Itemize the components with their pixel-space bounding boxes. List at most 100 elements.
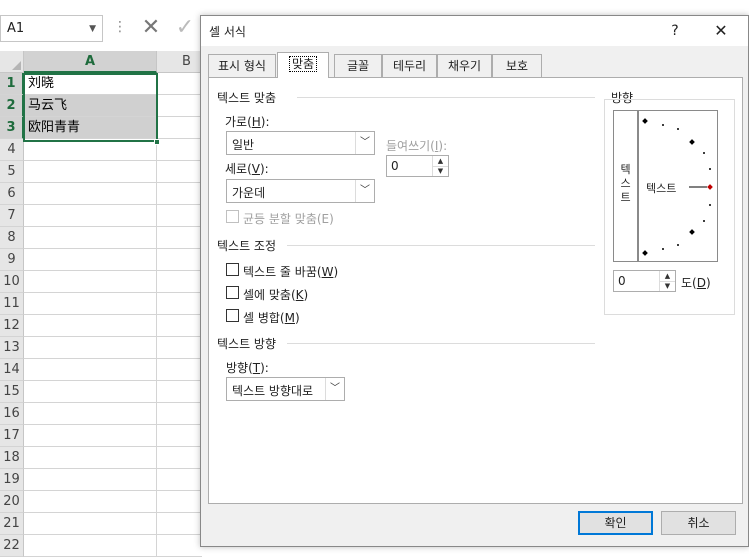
tab-fill[interactable]: 채우기 (437, 54, 492, 77)
empty-cell[interactable] (157, 535, 202, 557)
row-header[interactable]: 21 (0, 513, 24, 535)
empty-cell[interactable] (157, 139, 202, 161)
empty-cell[interactable] (157, 271, 202, 293)
empty-cell[interactable] (157, 403, 202, 425)
empty-cell[interactable] (157, 95, 202, 117)
empty-cell[interactable] (157, 337, 202, 359)
tab-number[interactable]: 표시 형식 (208, 54, 276, 77)
empty-cell[interactable] (157, 117, 202, 139)
confirm-entry-icon[interactable]: ✓ (172, 15, 198, 41)
row-header[interactable]: 20 (0, 491, 24, 513)
row-header[interactable]: 3 (0, 117, 24, 139)
row-header[interactable]: 9 (0, 249, 24, 271)
row-header[interactable]: 5 (0, 161, 24, 183)
cancel-entry-icon[interactable]: ✕ (138, 15, 164, 41)
empty-cell[interactable] (157, 183, 202, 205)
row-header[interactable]: 10 (0, 271, 24, 293)
text-direction-heading: 텍스트 방향 (217, 337, 277, 351)
empty-cell[interactable] (157, 359, 202, 381)
empty-cell[interactable] (157, 293, 202, 315)
row-header[interactable]: 16 (0, 403, 24, 425)
merge-cells-checkbox[interactable] (226, 309, 239, 322)
shrink-to-fit-checkbox[interactable] (226, 286, 239, 299)
wrap-text-checkbox[interactable] (226, 263, 239, 276)
distributed-checkbox[interactable] (226, 210, 239, 223)
text-alignment-heading: 텍스트 맞춤 (217, 91, 277, 105)
empty-cell[interactable] (157, 425, 202, 447)
vertical-select[interactable]: 가운데 ﹀ (226, 179, 375, 203)
tab-font[interactable]: 글꼴 (334, 54, 382, 77)
row-header[interactable]: 12 (0, 315, 24, 337)
empty-cell[interactable] (157, 249, 202, 271)
empty-cell[interactable] (24, 139, 157, 161)
empty-cell[interactable] (24, 337, 157, 359)
row-header[interactable]: 2 (0, 95, 24, 117)
empty-cell[interactable] (157, 469, 202, 491)
empty-cell[interactable] (24, 205, 157, 227)
empty-cell[interactable] (24, 469, 157, 491)
empty-cell[interactable] (157, 227, 202, 249)
row-header[interactable]: 19 (0, 469, 24, 491)
row-header[interactable]: 7 (0, 205, 24, 227)
row-header[interactable]: 14 (0, 359, 24, 381)
row-header[interactable]: 15 (0, 381, 24, 403)
empty-cell[interactable] (157, 447, 202, 469)
dialog-title: 셀 서식 (209, 25, 246, 39)
degrees-spinner[interactable]: 0 ▲ ▼ (613, 270, 676, 292)
row-header[interactable]: 13 (0, 337, 24, 359)
ok-button[interactable]: 확인 (578, 511, 653, 535)
spin-down-icon[interactable]: ▼ (660, 281, 675, 291)
empty-cell[interactable] (157, 513, 202, 535)
row-header[interactable]: 8 (0, 227, 24, 249)
row-header[interactable]: 4 (0, 139, 24, 161)
row-header[interactable]: 17 (0, 425, 24, 447)
empty-cell[interactable] (157, 381, 202, 403)
empty-cell[interactable] (24, 491, 157, 513)
empty-cell[interactable] (24, 381, 157, 403)
empty-cell[interactable] (24, 359, 157, 381)
empty-cell[interactable] (24, 513, 157, 535)
row-header[interactable]: 22 (0, 535, 24, 557)
row-header[interactable]: 1 (0, 73, 24, 95)
empty-cell[interactable] (24, 293, 157, 315)
orientation-dial[interactable]: 텍스트 (638, 110, 718, 262)
spin-down-icon[interactable]: ▼ (433, 166, 448, 176)
empty-cell[interactable] (24, 161, 157, 183)
row-header[interactable]: 11 (0, 293, 24, 315)
row-header[interactable]: 6 (0, 183, 24, 205)
empty-cell[interactable] (157, 491, 202, 513)
text-direction-select[interactable]: 텍스트 방향대로 ﹀ (226, 377, 345, 401)
empty-cell[interactable] (157, 315, 202, 337)
name-box[interactable]: A1 ▼ (0, 15, 103, 42)
select-all-button[interactable] (0, 51, 24, 73)
fill-handle[interactable] (154, 139, 160, 145)
dial-text-label: 텍스트 (646, 182, 677, 195)
merge-cells-label: 셀 병합(M) (243, 311, 300, 325)
vertical-label: 세로(V): (225, 162, 269, 176)
empty-cell[interactable] (157, 205, 202, 227)
row-header[interactable]: 18 (0, 447, 24, 469)
column-header-a[interactable]: A (24, 51, 157, 73)
empty-cell[interactable] (157, 73, 202, 95)
indent-spinner[interactable]: 0 ▲ ▼ (386, 155, 449, 177)
tab-protection[interactable]: 보호 (492, 54, 542, 77)
empty-cell[interactable] (24, 403, 157, 425)
empty-cell[interactable] (24, 183, 157, 205)
dialog-titlebar[interactable]: 셀 서식 ? ✕ (201, 16, 748, 46)
empty-cell[interactable] (24, 425, 157, 447)
vertical-text-button[interactable]: 텍 스 트 (613, 110, 638, 262)
tab-alignment[interactable]: 맞춤 (277, 52, 329, 78)
empty-cell[interactable] (24, 315, 157, 337)
horizontal-select[interactable]: 일반 ﹀ (226, 131, 375, 155)
tab-border[interactable]: 테두리 (382, 54, 437, 77)
empty-cell[interactable] (24, 535, 157, 557)
help-button[interactable]: ? (663, 20, 687, 42)
empty-cell[interactable] (24, 447, 157, 469)
close-button[interactable]: ✕ (706, 20, 736, 42)
empty-cell[interactable] (157, 161, 202, 183)
cancel-button[interactable]: 취소 (661, 511, 736, 535)
empty-cell[interactable] (24, 271, 157, 293)
empty-cell[interactable] (24, 227, 157, 249)
chevron-down-icon[interactable]: ▼ (89, 24, 96, 34)
empty-cell[interactable] (24, 249, 157, 271)
